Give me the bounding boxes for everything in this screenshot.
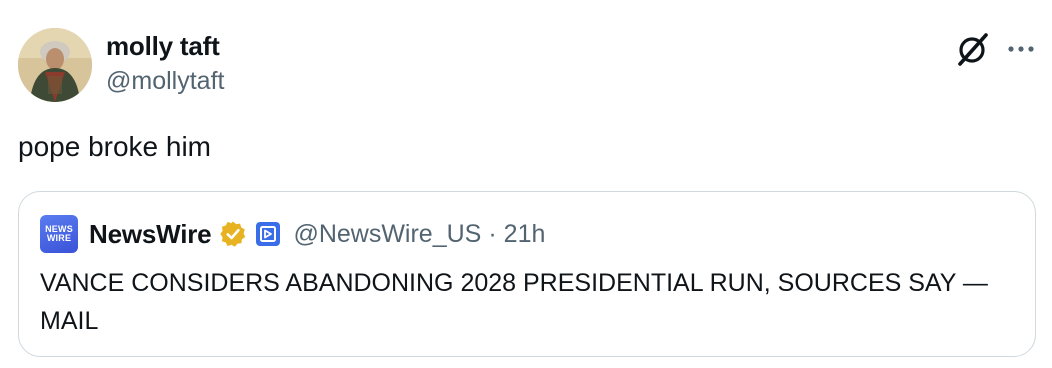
affiliate-badge-icon[interactable]	[256, 222, 281, 246]
avatar[interactable]	[18, 28, 92, 102]
author-display-name[interactable]: molly taft	[106, 29, 224, 63]
verified-badge-icon[interactable]	[219, 220, 247, 248]
grok-icon[interactable]	[953, 29, 993, 69]
quoted-timestamp[interactable]: 21h	[504, 220, 546, 249]
quoted-display-name[interactable]: NewsWire	[89, 219, 212, 250]
quoted-tweet[interactable]: NEWS WIRE NewsWire @NewsWire_US · 21h VA…	[18, 191, 1036, 357]
logo-text-line2: WIRE	[46, 233, 72, 243]
quoted-tweet-header: NEWS WIRE NewsWire @NewsWire_US · 21h	[40, 214, 545, 254]
tweet-text: pope broke him	[18, 131, 212, 162]
newswire-logo[interactable]: NEWS WIRE	[40, 215, 78, 253]
tweet: molly taft @mollytaft pope broke him NEW…	[0, 0, 1052, 368]
quoted-handle[interactable]: @NewsWire_US	[293, 220, 481, 249]
author-info[interactable]: molly taft @mollytaft	[106, 29, 224, 98]
quoted-tweet-text: VANCE CONSIDERS ABANDONING 2028 PRESIDEN…	[40, 269, 988, 335]
separator-dot: ·	[488, 219, 497, 248]
author-handle[interactable]: @mollytaft	[106, 64, 224, 98]
avatar-image	[18, 28, 92, 102]
more-horizontal-icon[interactable]	[1002, 32, 1042, 66]
